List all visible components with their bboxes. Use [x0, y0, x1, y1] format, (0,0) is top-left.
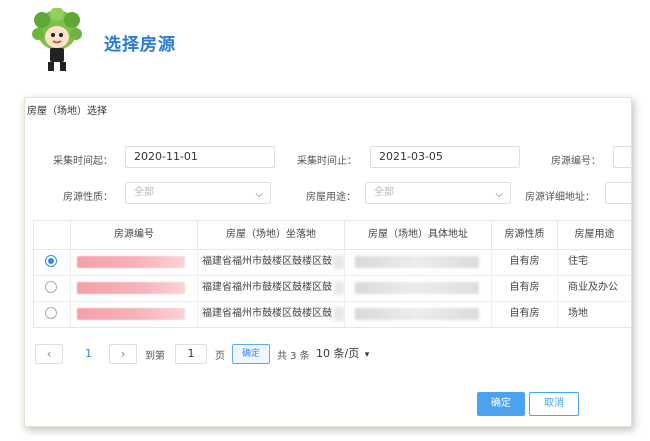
- location-cell: 福建省福州市鼓楼区鼓楼区鼓: [198, 275, 345, 301]
- end-date-input[interactable]: 2021-03-05: [370, 146, 520, 168]
- location-cell: 福建省福州市鼓楼区鼓楼区鼓: [198, 301, 345, 327]
- house-code-input[interactable]: [613, 146, 631, 168]
- column-header: 房屋（场地）具体地址: [345, 221, 492, 249]
- use-cell: 住宅: [558, 249, 631, 275]
- row-radio[interactable]: [45, 281, 57, 293]
- house-use-label: 房屋用途：: [306, 192, 356, 203]
- row-radio[interactable]: [45, 307, 57, 319]
- redacted-address: [355, 308, 479, 320]
- chevron-down-icon: ▾: [364, 350, 370, 360]
- blur-mask: [334, 281, 344, 295]
- house-code-cell: [71, 275, 198, 301]
- address-cell: [345, 275, 492, 301]
- nature-cell: 自有房: [492, 249, 558, 275]
- select-cell: [34, 249, 71, 275]
- location-text: 福建省福州市鼓楼区鼓楼区鼓: [202, 256, 332, 267]
- start-date-input[interactable]: 2020-11-01: [125, 146, 275, 168]
- select-cell: [34, 301, 71, 327]
- start-date-label: 采集时间起：: [53, 156, 113, 167]
- chevron-down-icon: ⌵: [255, 189, 263, 200]
- house-table: 房源编号 房屋（场地）坐落地 房屋（场地）具体地址 房源性质 房屋用途 福建省福…: [33, 220, 631, 328]
- select-column-header: [34, 221, 71, 249]
- end-date-label: 采集时间止：: [297, 156, 357, 167]
- house-address-label: 房源详细地址：: [525, 192, 595, 203]
- dialog-title: 房屋（场地）选择: [27, 106, 107, 117]
- table-row[interactable]: 福建省福州市鼓楼区鼓楼区鼓 自有房 住宅: [34, 249, 631, 276]
- table-row[interactable]: 福建省福州市鼓楼区鼓楼区鼓 自有房 场地: [34, 301, 631, 327]
- house-code-cell: [71, 301, 198, 327]
- location-text: 福建省福州市鼓楼区鼓楼区鼓: [202, 282, 332, 293]
- page-title: 选择房源: [104, 35, 176, 55]
- next-page-button[interactable]: ›: [109, 344, 137, 364]
- table-header: 房源编号 房屋（场地）坐落地 房屋（场地）具体地址 房源性质 房屋用途: [34, 221, 631, 250]
- house-use-select[interactable]: 全部 ⌵: [365, 182, 511, 204]
- redacted-address: [355, 282, 479, 294]
- table-row[interactable]: 福建省福州市鼓楼区鼓楼区鼓 自有房 商业及办公: [34, 275, 631, 302]
- redacted-code: [77, 282, 185, 294]
- row-radio[interactable]: [45, 255, 57, 267]
- page-header: 选择房源: [0, 0, 650, 88]
- redacted-address: [355, 256, 479, 268]
- column-header: 房屋（场地）坐落地: [198, 221, 345, 249]
- goto-page-input[interactable]: 1: [175, 344, 207, 364]
- pagination: ‹ 1 › 到第 1 页 确定 共 3 条 10 条/页 ▾: [35, 344, 595, 366]
- column-header: 房源性质: [492, 221, 558, 249]
- prev-page-button[interactable]: ‹: [35, 344, 63, 364]
- address-cell: [345, 249, 492, 275]
- column-header: 房屋用途: [558, 221, 631, 249]
- cancel-button[interactable]: 取消: [529, 392, 579, 416]
- location-cell: 福建省福州市鼓楼区鼓楼区鼓: [198, 249, 345, 275]
- goto-label: 到第: [145, 351, 165, 362]
- mascot-logo: [32, 8, 82, 71]
- house-address-input[interactable]: [605, 182, 631, 204]
- nature-cell: 自有房: [492, 301, 558, 327]
- chevron-down-icon: ⌵: [495, 189, 503, 200]
- redacted-code: [77, 308, 185, 320]
- column-header: 房源编号: [71, 221, 198, 249]
- page-size-value: 10 条/页: [316, 347, 360, 360]
- confirm-button[interactable]: 确定: [477, 392, 525, 416]
- use-cell: 场地: [558, 301, 631, 327]
- house-select-dialog: 房屋（场地）选择 采集时间起： 2020-11-01 采集时间止： 2021-0…: [24, 97, 632, 427]
- use-cell: 商业及办公: [558, 275, 631, 301]
- blur-mask: [334, 307, 344, 321]
- house-nature-value: 全部: [134, 187, 154, 198]
- select-cell: [34, 275, 71, 301]
- house-nature-select[interactable]: 全部 ⌵: [125, 182, 271, 204]
- house-nature-label: 房源性质：: [63, 192, 113, 203]
- page-size-select[interactable]: 10 条/页 ▾: [316, 344, 369, 364]
- house-code-cell: [71, 249, 198, 275]
- location-text: 福建省福州市鼓楼区鼓楼区鼓: [202, 308, 332, 319]
- page-unit-label: 页: [215, 351, 225, 362]
- blur-mask: [334, 255, 344, 269]
- house-use-value: 全部: [374, 187, 394, 198]
- nature-cell: 自有房: [492, 275, 558, 301]
- redacted-code: [77, 256, 185, 268]
- total-count: 共 3 条: [277, 351, 310, 362]
- goto-confirm-button[interactable]: 确定: [232, 344, 270, 364]
- current-page[interactable]: 1: [85, 347, 92, 360]
- address-cell: [345, 301, 492, 327]
- house-code-label: 房源编号：: [551, 156, 601, 167]
